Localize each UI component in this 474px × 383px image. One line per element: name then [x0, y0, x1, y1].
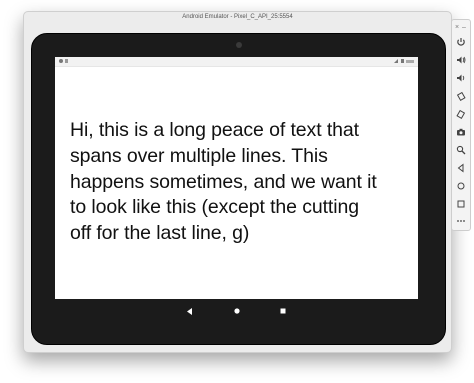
overview-icon — [457, 200, 465, 208]
volume-up-icon — [457, 56, 466, 64]
home-icon — [457, 182, 465, 190]
power-icon — [457, 38, 465, 46]
front-camera — [236, 42, 242, 48]
notification-icons — [59, 59, 68, 63]
close-window-button[interactable]: × — [455, 24, 459, 31]
navigation-bar — [55, 299, 418, 326]
overview-square-icon — [280, 308, 286, 314]
device-screen[interactable]: Hi, this is a long peace of text that sp… — [55, 57, 418, 315]
minimize-window-button[interactable]: – — [462, 24, 466, 31]
camera-icon — [457, 128, 465, 136]
emulator-side-toolbar: × – — [451, 19, 471, 231]
window-title: Android Emulator - Pixel_C_API_25:5554 — [182, 14, 293, 20]
home-button[interactable] — [455, 180, 467, 192]
zoom-icon — [456, 145, 466, 155]
nav-home-button[interactable] — [231, 305, 243, 317]
text-line: Hi, this is a long peace of text that — [70, 119, 359, 141]
text-line: happens sometimes, and we want it — [70, 170, 377, 193]
rotate-right-icon — [456, 109, 466, 119]
more-icon — [457, 220, 465, 222]
volume-up-button[interactable] — [455, 54, 467, 66]
nav-overview-button[interactable] — [277, 305, 289, 317]
back-button[interactable] — [455, 162, 467, 174]
status-icons-right — [393, 58, 415, 67]
rotate-left-button[interactable] — [455, 90, 467, 102]
nav-back-button[interactable] — [184, 305, 196, 317]
tablet-bezel: Hi, this is a long peace of text that sp… — [31, 33, 446, 345]
battery-signal-icons — [394, 59, 414, 63]
home-circle-icon — [234, 308, 240, 314]
status-icons-left — [58, 58, 72, 67]
text-line: to look like this (except the cutting — [70, 196, 359, 219]
volume-down-icon — [457, 74, 465, 82]
rotate-left-icon — [456, 91, 466, 101]
text-line: off for the last line, g) — [70, 222, 250, 245]
more-button[interactable] — [455, 215, 467, 227]
text-line: spans over multiple lines. This — [70, 144, 328, 167]
back-triangle-icon — [187, 307, 192, 315]
window-titlebar[interactable]: Android Emulator - Pixel_C_API_25:5554 — [24, 12, 451, 26]
zoom-button[interactable] — [455, 144, 467, 156]
volume-down-button[interactable] — [455, 72, 467, 84]
back-icon — [457, 163, 464, 173]
power-button[interactable] — [455, 36, 467, 48]
status-bar — [55, 57, 418, 67]
screenshot-button[interactable] — [455, 126, 467, 138]
overview-button[interactable] — [455, 198, 467, 210]
app-text-view: Hi, this is a long peace of text that sp… — [70, 118, 405, 247]
rotate-right-button[interactable] — [455, 108, 467, 120]
